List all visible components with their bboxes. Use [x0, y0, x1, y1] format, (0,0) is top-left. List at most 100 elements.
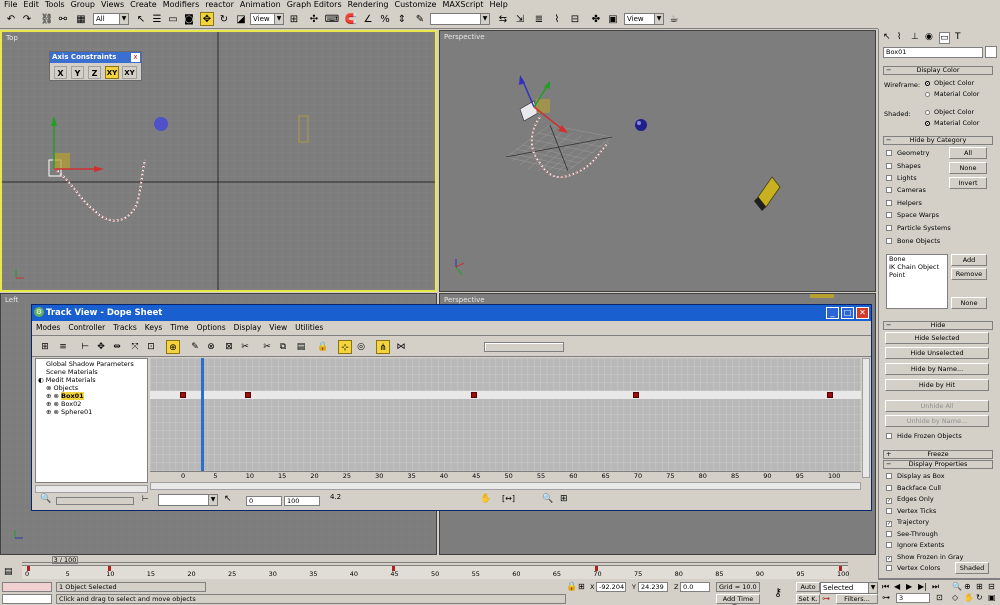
select-link-icon[interactable]: ⛓ [40, 12, 54, 26]
auto-key-button[interactable]: Auto [796, 582, 820, 592]
display-prop-checkbox-5[interactable]: See-Through [886, 530, 938, 538]
zoom-extents-all-icon[interactable]: ⊟ [988, 582, 995, 591]
axis-x-button[interactable]: X [54, 66, 67, 79]
tv-menu-modes[interactable]: Modes [36, 322, 68, 333]
trackview-status-field[interactable] [56, 497, 134, 505]
display-prop-checkbox-8[interactable]: Vertex Colors [886, 564, 940, 572]
add-time-tag-button[interactable]: Add Time Tag [716, 594, 760, 605]
copy-time-icon[interactable]: ⧉ [276, 340, 290, 354]
dopesheet-key[interactable] [244, 392, 251, 398]
hide-bone-objects-checkbox[interactable]: Bone Objects [886, 237, 940, 245]
bind-spacewarp-icon[interactable]: ▦ [74, 12, 88, 26]
modify-subtree-icon[interactable]: ⋔ [376, 340, 390, 354]
hide-by-name-button[interactable]: Hide by Name... [885, 363, 989, 375]
timeline-key[interactable] [27, 566, 30, 571]
dopesheet-key-grid[interactable] [150, 358, 861, 478]
key-mode-icon[interactable]: ⊶ [822, 594, 830, 603]
select-scale-icon[interactable]: ◪ [234, 12, 248, 26]
display-tab-icon[interactable]: ▭ [939, 32, 950, 44]
material-editor-icon[interactable]: ✤ [589, 12, 603, 26]
time-config-icon[interactable]: ⊡ [936, 593, 943, 602]
display-color-rollout[interactable]: − Display Color [883, 66, 993, 75]
menu-animation[interactable]: Animation [240, 0, 287, 10]
axis-z-button[interactable]: Z [88, 66, 101, 79]
hide-spacewarps-checkbox[interactable]: Space Warps [886, 211, 939, 219]
display-prop-checkbox-0[interactable]: Display as Box [886, 472, 945, 480]
named-selection-icon[interactable]: ✎ [413, 12, 427, 26]
scale-keys-icon[interactable]: ⤧ [128, 340, 142, 354]
time-slider-track[interactable] [22, 557, 848, 563]
menu-graph-editors[interactable]: Graph Editors [287, 0, 348, 10]
schematic-view-icon[interactable]: ⊟ [568, 12, 582, 26]
percent-snap-icon[interactable]: % [378, 12, 392, 26]
wireframe-material-color-radio[interactable]: Material Color [925, 90, 979, 98]
tv-menu-options[interactable]: Options [197, 322, 234, 333]
shaded-material-color-radio[interactable]: Material Color [925, 119, 979, 127]
tree-scene-materials[interactable]: Scene Materials [46, 368, 98, 376]
dopesheet-vscrollbar[interactable] [862, 358, 870, 478]
tv-menu-utilities[interactable]: Utilities [295, 322, 331, 333]
tree-box01[interactable]: ⊕ ⊗ Box01 [46, 392, 84, 400]
tv-menu-view[interactable]: View [269, 322, 295, 333]
trackview-zoom-icon[interactable]: 🔍 [40, 494, 52, 506]
zoom-icon[interactable]: 🔍 [542, 494, 553, 504]
maxscript-input-mini[interactable] [2, 594, 52, 604]
shaded-object-color-radio[interactable]: Object Color [925, 108, 974, 116]
select-time-icon[interactable]: ⊕ [166, 340, 180, 354]
display-prop-checkbox-1[interactable]: Backface Cull [886, 484, 941, 492]
pointer-icon[interactable]: ↖ [224, 494, 232, 504]
field-of-view-icon[interactable]: ◇ [952, 593, 958, 602]
display-prop-checkbox-6[interactable]: Ignore Extents [886, 541, 944, 549]
zoom-value-icon[interactable]: 4.2 [330, 493, 341, 501]
undo-icon[interactable]: ↶ [4, 12, 18, 26]
hierarchy-tab-icon[interactable]: ⊥ [911, 32, 919, 42]
timeline-key[interactable] [595, 566, 599, 571]
object-name-field[interactable]: Box01 [883, 47, 983, 58]
close-icon[interactable]: ✕ [856, 307, 869, 319]
timeline-key[interactable] [839, 566, 842, 571]
menu-help[interactable]: Help [490, 0, 514, 10]
hide-geometry-checkbox[interactable]: Geometry [886, 149, 929, 157]
menu-maxscript[interactable]: MAXScript [442, 0, 489, 10]
hide-rollout[interactable]: − Hide [883, 321, 993, 330]
unlink-icon[interactable]: ⚯ [56, 12, 70, 26]
angle-snap-icon[interactable]: ∠ [361, 12, 375, 26]
menu-create[interactable]: Create [130, 0, 163, 10]
pivot-center-icon[interactable]: ⊞ [287, 12, 301, 26]
modify-child-keys-icon[interactable]: ⋈ [394, 340, 408, 354]
arc-rotate-icon[interactable]: ↻ [976, 593, 983, 602]
dopesheet-key[interactable] [471, 392, 478, 398]
window-crossing-icon[interactable]: ◙ [182, 12, 196, 26]
set-key-icon[interactable]: ⚷ [774, 586, 782, 599]
x-coord-field[interactable]: -92.204 [596, 582, 626, 592]
menu-edit[interactable]: Edit [23, 0, 45, 10]
hide-frozen-objects-checkbox[interactable]: Hide Frozen Objects [886, 432, 962, 440]
freeze-rollout[interactable]: + Freeze [883, 450, 993, 459]
curve-editor-icon[interactable]: ⌇ [550, 12, 564, 26]
trackview-name-field[interactable] [484, 342, 564, 352]
goto-end-icon[interactable]: ⏭ [932, 582, 939, 592]
minimize-icon[interactable]: _ [826, 307, 839, 319]
menu-views[interactable]: Views [101, 0, 130, 10]
menu-group[interactable]: Group [71, 0, 101, 10]
edit-ranges-icon[interactable]: ⊢ [78, 340, 92, 354]
tv-menu-time[interactable]: Time [170, 322, 196, 333]
display-prop-checkbox-2[interactable]: ✓ Edges Only [886, 495, 934, 504]
cut-time-icon[interactable]: ✂ [260, 340, 274, 354]
add-keys-icon[interactable]: ✎ [188, 340, 202, 354]
pan-icon[interactable]: ✋ [480, 494, 491, 504]
slide-keys-icon[interactable]: ⇹ [110, 340, 124, 354]
hide-by-category-rollout[interactable]: − Hide by Category [883, 136, 993, 145]
range-end-field[interactable]: 100 [284, 496, 320, 506]
key-filters-button[interactable]: Filters... [836, 594, 878, 604]
display-prop-checkbox-7[interactable]: ✓ Show Frozen in Gray [886, 553, 964, 562]
dopesheet-key[interactable] [632, 392, 639, 398]
render-type-dropdown[interactable]: View ▼ [624, 13, 664, 25]
align-icon[interactable]: ⇲ [513, 12, 527, 26]
scale-time-icon[interactable]: ⊡ [144, 340, 158, 354]
dopesheet-time-slider[interactable] [201, 358, 205, 478]
menu-customize[interactable]: Customize [394, 0, 442, 10]
z-coord-field[interactable]: 0.0 [680, 582, 710, 592]
dopesheet-key[interactable] [827, 392, 833, 398]
maximize-icon[interactable]: □ [841, 307, 854, 319]
